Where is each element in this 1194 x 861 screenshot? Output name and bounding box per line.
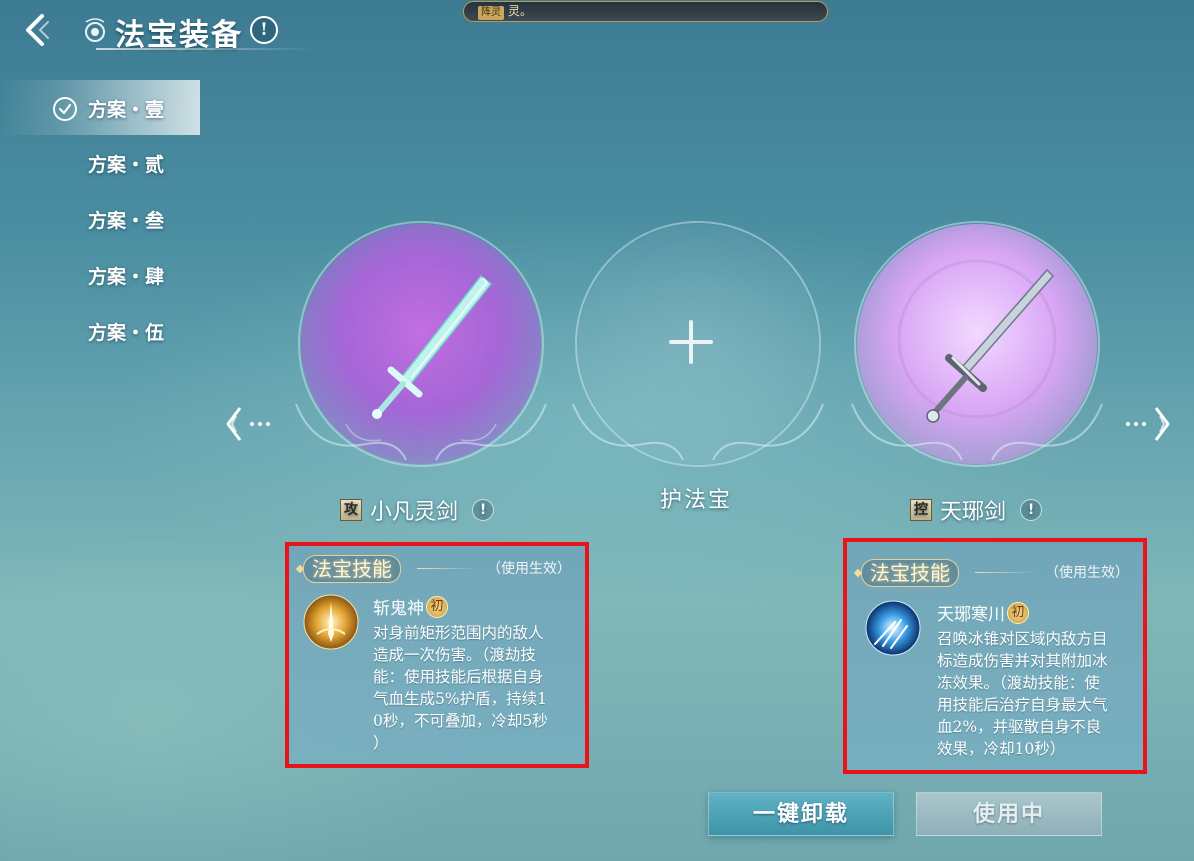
in-use-button[interactable]: 使用中	[916, 792, 1102, 836]
skill-name: 天琊寒川	[937, 605, 1005, 625]
desc-line: 召唤冰锥对区域内敌方目	[937, 630, 1108, 648]
desc-line: 效果，冷却10秒）	[937, 740, 1066, 758]
check-circle-icon	[53, 97, 77, 121]
blade-skill-icon[interactable]	[303, 594, 359, 650]
scheme-item-3[interactable]: 方案・叁	[0, 191, 200, 247]
artifact-name: 小凡灵剑	[370, 500, 459, 525]
next-arrow-button[interactable]	[1122, 402, 1172, 446]
desc-line: 用技能后治疗自身最大气	[937, 696, 1108, 714]
title-underline	[96, 48, 316, 50]
chevron-left-icon	[26, 14, 49, 46]
scheme-label: 方案・叁	[88, 210, 165, 232]
type-badge: 控	[910, 499, 932, 521]
skill-description: 召唤冰锥对区域内敌方目 标造成伤害并对其附加冰 冻效果。（渡劫技能：使 用技能后…	[937, 628, 1108, 760]
desc-line: 造成一次伤害。（渡劫技	[373, 646, 536, 664]
tier-badge: 初	[1007, 601, 1029, 624]
sword-icon	[926, 268, 1055, 423]
desc-line: 0秒，不可叠加，冷却5秒	[373, 712, 548, 730]
desc-line: 冻效果。（渡劫技能：使	[937, 674, 1100, 692]
desc-line: 标造成伤害并对其附加冰	[937, 652, 1108, 670]
scheme-item-5[interactable]: 方案・伍	[0, 303, 200, 359]
plus-icon	[669, 320, 713, 364]
info-icon[interactable]: !	[1020, 499, 1043, 521]
skill-panel-header: 法宝技能 （使用生效）	[289, 546, 585, 588]
notice-text: 灵。	[508, 4, 533, 18]
notice-tag: 阵灵	[478, 6, 504, 20]
skill-panel-title: 法宝技能	[861, 559, 959, 587]
desc-line: ）	[373, 734, 389, 752]
artifact-slot-center[interactable]	[563, 214, 833, 484]
scheme-item-2[interactable]: 方案・贰	[0, 135, 200, 191]
artifact-slot-right[interactable]	[842, 214, 1112, 484]
skill-description: 对身前矩形范围内的敌人 造成一次伤害。（渡劫技 能：使用技能后根据自身 气血生成…	[373, 622, 548, 754]
arrow-left-icon	[226, 407, 270, 441]
title-emblem-icon	[80, 14, 110, 46]
prev-arrow-button[interactable]	[224, 402, 274, 446]
scheme-list: 方案・壹 方案・贰 方案・叁 方案・肆 方案・伍	[0, 80, 200, 359]
scheme-label: 方案・贰	[88, 154, 165, 176]
scheme-item-1[interactable]: 方案・壹	[0, 80, 200, 135]
desc-line: 能：使用技能后根据自身	[373, 668, 544, 686]
scheme-label: 方案・肆	[88, 266, 165, 288]
scheme-item-4[interactable]: 方案・肆	[0, 247, 200, 303]
artifact-name-center: 护法宝	[660, 488, 733, 513]
artifact-name-left: 攻 小凡灵剑 !	[340, 494, 495, 526]
desc-line: 气血生成5%护盾，持续1	[373, 690, 547, 708]
skill-name-row: 斩鬼神 初	[373, 594, 448, 619]
header-divider	[975, 572, 1035, 573]
unload-all-button[interactable]: 一键卸载	[708, 792, 894, 836]
skill-panel-title: 法宝技能	[303, 555, 401, 583]
tier-badge: 初	[426, 595, 448, 618]
info-icon[interactable]: !	[250, 16, 278, 44]
ice-skill-icon[interactable]	[865, 600, 921, 656]
skill-effect-note: （使用生效）	[487, 561, 571, 577]
desc-line: 血2%，并驱散自身不良	[937, 718, 1102, 736]
skill-panel-left: 法宝技能 （使用生效） 斩鬼神 初 对身前矩形范围内的敌人 造成一次伤害。（渡劫…	[285, 542, 589, 768]
artifact-name: 天琊剑	[940, 500, 1007, 525]
desc-line: 对身前矩形范围内的敌人	[373, 624, 544, 642]
skill-effect-note: （使用生效）	[1045, 565, 1129, 581]
skill-name-row: 天琊寒川 初	[937, 600, 1029, 625]
scheme-label: 方案・壹	[88, 99, 165, 121]
top-notice-bar: 阵灵 灵。	[463, 1, 828, 22]
skill-panel-right: 法宝技能 （使用生效） 天琊寒川 初 召唤冰锥对区域内敌方目 标造成伤害并对其附…	[843, 538, 1147, 774]
info-icon[interactable]: !	[472, 499, 495, 521]
skill-panel-header: 法宝技能 （使用生效）	[847, 542, 1143, 592]
arrow-right-icon	[1126, 407, 1170, 441]
scheme-label: 方案・伍	[88, 322, 165, 344]
header-divider	[417, 568, 477, 569]
artifact-name-right: 控 天琊剑 !	[910, 494, 1043, 526]
skill-name: 斩鬼神	[373, 599, 424, 619]
back-button[interactable]	[20, 12, 52, 48]
sword-icon	[372, 274, 493, 419]
type-badge: 攻	[340, 499, 362, 521]
artifact-slot-left[interactable]	[286, 214, 556, 484]
